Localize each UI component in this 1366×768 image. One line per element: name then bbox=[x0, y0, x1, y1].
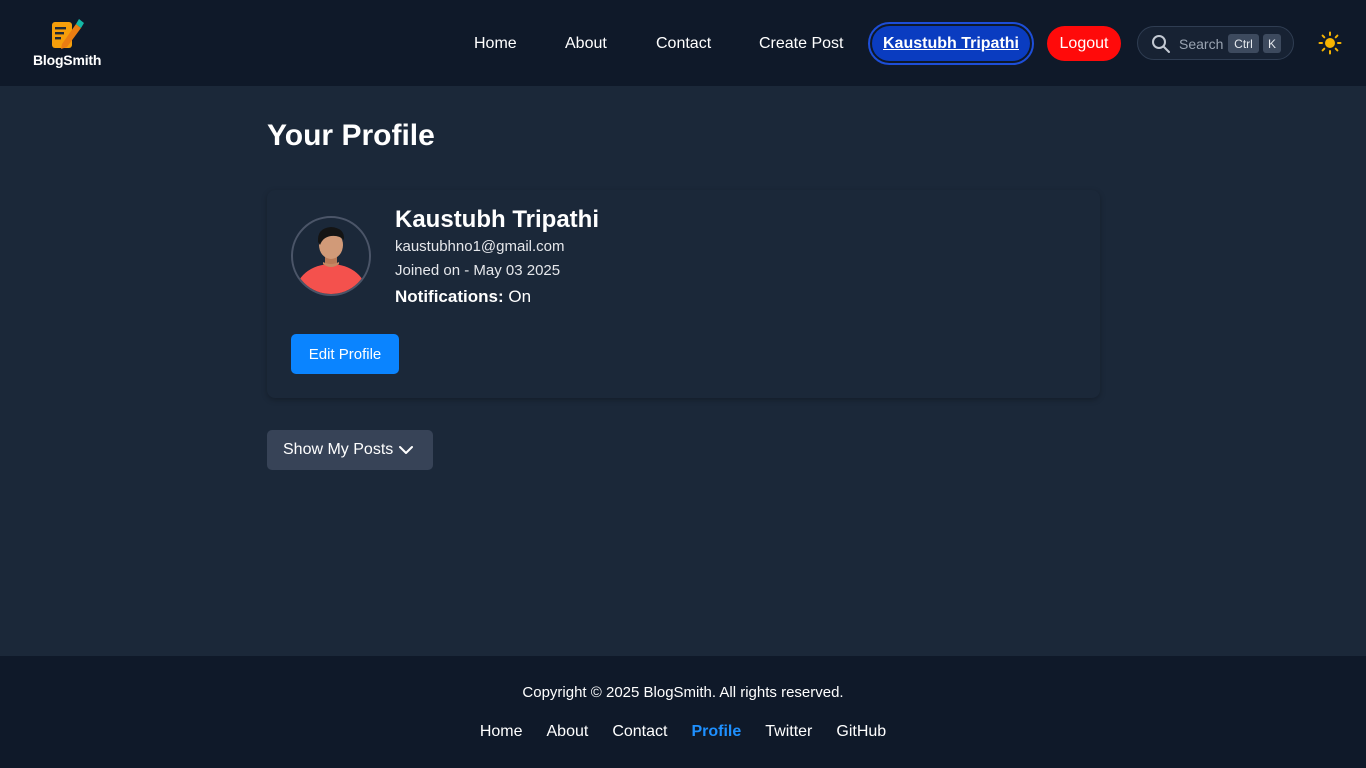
user-avatar-icon bbox=[295, 227, 367, 294]
footer-link-home[interactable]: Home bbox=[480, 723, 523, 741]
shortcut-k-key: K bbox=[1263, 34, 1281, 53]
footer-link-contact[interactable]: Contact bbox=[612, 723, 667, 741]
notepad-pencil-icon bbox=[52, 19, 84, 49]
brand-name: BlogSmith bbox=[33, 52, 102, 68]
profile-name: Kaustubh Tripathi bbox=[395, 206, 599, 233]
page-title: Your Profile bbox=[267, 119, 435, 152]
search-icon bbox=[1152, 35, 1170, 53]
nav-create-post[interactable]: Create Post bbox=[759, 34, 843, 54]
nav-home[interactable]: Home bbox=[474, 34, 517, 54]
profile-joined-date: Joined on - May 03 2025 bbox=[395, 262, 561, 279]
user-profile-label: Kaustubh Tripathi bbox=[872, 26, 1030, 61]
notifications-value: On bbox=[508, 287, 532, 306]
profile-card: Kaustubh Tripathi kaustubhno1@gmail.com … bbox=[267, 190, 1100, 398]
profile-notifications: Notifications: On bbox=[395, 287, 531, 307]
footer-link-about[interactable]: About bbox=[547, 723, 589, 741]
notifications-label: Notifications: bbox=[395, 287, 504, 306]
footer-link-github[interactable]: GitHub bbox=[836, 723, 886, 741]
sun-icon[interactable] bbox=[1318, 31, 1342, 55]
avatar bbox=[291, 216, 371, 296]
logout-button[interactable]: Logout bbox=[1047, 26, 1121, 61]
copyright-text: Copyright © 2025 BlogSmith. All rights r… bbox=[522, 684, 844, 701]
user-profile-button[interactable]: Kaustubh Tripathi bbox=[868, 22, 1034, 65]
show-my-posts-label: Show My Posts bbox=[283, 441, 394, 458]
search-button[interactable]: Search Ctrl K bbox=[1137, 26, 1294, 60]
shortcut-ctrl-key: Ctrl bbox=[1228, 34, 1259, 53]
header: BlogSmith Home About Contact Create Post… bbox=[0, 0, 1366, 86]
profile-email: kaustubhno1@gmail.com bbox=[395, 238, 565, 255]
footer-links: Home About Contact Profile Twitter GitHu… bbox=[0, 723, 1366, 741]
nav-contact[interactable]: Contact bbox=[656, 34, 711, 54]
chevron-down-icon bbox=[399, 446, 413, 454]
footer-link-twitter[interactable]: Twitter bbox=[765, 723, 812, 741]
edit-profile-button[interactable]: Edit Profile bbox=[291, 334, 399, 374]
footer-link-profile[interactable]: Profile bbox=[691, 723, 741, 741]
brand-logo[interactable]: BlogSmith bbox=[33, 18, 102, 70]
nav-about[interactable]: About bbox=[565, 34, 607, 54]
show-my-posts-button[interactable]: Show My Posts bbox=[267, 430, 433, 470]
footer: Copyright © 2025 BlogSmith. All rights r… bbox=[0, 656, 1366, 768]
search-placeholder: Search bbox=[1179, 36, 1224, 52]
